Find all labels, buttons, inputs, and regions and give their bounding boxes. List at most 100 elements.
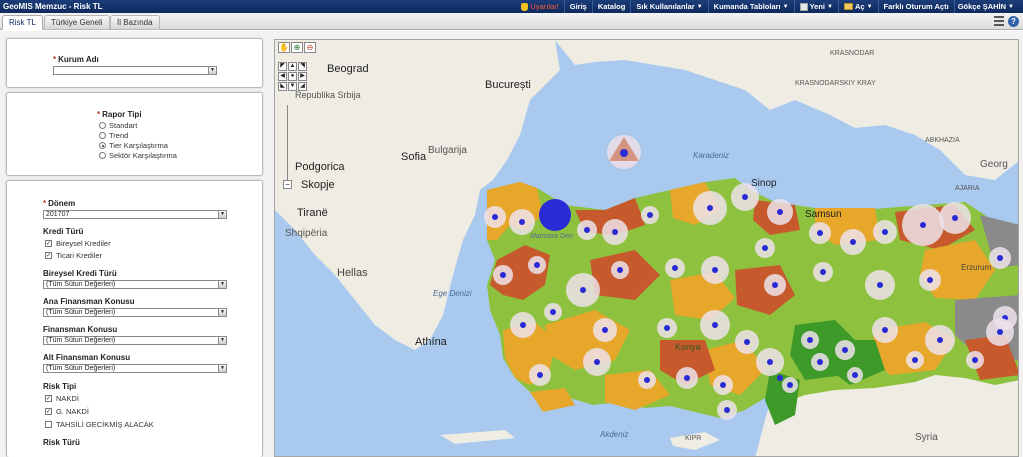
map-marker[interactable] bbox=[724, 407, 730, 413]
signin-as-link[interactable]: Farklı Oturum Açtı bbox=[877, 0, 954, 13]
rapor-option-tier[interactable]: Tier Karşılaştırma bbox=[99, 141, 168, 150]
checkbox-checked[interactable]: ✓ bbox=[45, 252, 52, 259]
user-menu[interactable]: Gökçe ŞAHİN ▼ bbox=[953, 0, 1019, 13]
map-marker[interactable] bbox=[537, 372, 543, 378]
map-marker[interactable] bbox=[972, 357, 978, 363]
alerts-link[interactable]: Uyarılar! bbox=[516, 0, 563, 13]
map-marker[interactable] bbox=[602, 327, 608, 333]
rapor-option-trend[interactable]: Trend bbox=[99, 131, 128, 140]
map-marker[interactable] bbox=[644, 377, 650, 383]
pan-up-right-icon[interactable]: ◥ bbox=[298, 62, 307, 71]
chevron-down-icon[interactable]: ▼ bbox=[218, 309, 226, 316]
map-marker[interactable] bbox=[707, 205, 713, 211]
map-marker[interactable] bbox=[684, 375, 690, 381]
map-marker[interactable] bbox=[772, 282, 778, 288]
pan-center-icon[interactable]: ● bbox=[288, 72, 297, 81]
risk-tahsili-check[interactable]: TAHSİLİ GECİKMİŞ ALACAK bbox=[45, 420, 154, 429]
map-marker[interactable] bbox=[519, 219, 525, 225]
radio-button-selected[interactable] bbox=[99, 142, 106, 149]
zoom-minus-icon[interactable]: − bbox=[283, 180, 292, 189]
dashboards-menu[interactable]: Kumanda Tabloları ▼ bbox=[707, 0, 794, 13]
pan-down-icon[interactable]: ▼ bbox=[288, 82, 297, 91]
map-marker[interactable] bbox=[807, 337, 813, 343]
checkbox-checked[interactable]: ✓ bbox=[45, 395, 52, 402]
map-marker[interactable] bbox=[500, 272, 506, 278]
kurum-select[interactable]: ▼ bbox=[53, 66, 217, 75]
rapor-option-sektor[interactable]: Sektör Karşılaştırma bbox=[99, 151, 177, 160]
map-marker[interactable] bbox=[647, 212, 653, 218]
map-marker[interactable] bbox=[520, 322, 526, 328]
radio-button[interactable] bbox=[99, 152, 106, 159]
map-marker[interactable] bbox=[877, 282, 883, 288]
pan-up-icon[interactable]: ▲ bbox=[288, 62, 297, 71]
map-marker[interactable] bbox=[617, 267, 623, 273]
donem-select[interactable]: 201707 ▼ bbox=[43, 210, 227, 219]
pan-down-right-icon[interactable]: ◢ bbox=[298, 82, 307, 91]
map-marker[interactable] bbox=[612, 229, 618, 235]
open-menu[interactable]: Aç ▼ bbox=[837, 0, 878, 13]
map-marker[interactable] bbox=[787, 382, 793, 388]
kredi-bireysel-check[interactable]: ✓ Bireysel Krediler bbox=[45, 239, 111, 248]
map-marker[interactable] bbox=[927, 277, 933, 283]
map-marker[interactable] bbox=[742, 194, 748, 200]
catalog-link[interactable]: Katalog bbox=[591, 0, 631, 13]
map-marker[interactable] bbox=[937, 337, 943, 343]
chevron-down-icon[interactable]: ▼ bbox=[218, 337, 226, 344]
new-menu[interactable]: Yeni ▼ bbox=[793, 0, 838, 13]
map-marker[interactable] bbox=[997, 329, 1003, 335]
map-marker[interactable] bbox=[817, 359, 823, 365]
map-marker[interactable] bbox=[912, 357, 918, 363]
pan-hand-icon[interactable]: ✋ bbox=[278, 42, 290, 53]
pan-up-left-icon[interactable]: ◤ bbox=[278, 62, 287, 71]
risk-nakdi-check[interactable]: ✓ NAKDİ bbox=[45, 394, 79, 403]
chevron-down-icon[interactable]: ▼ bbox=[218, 365, 226, 372]
map-bubble[interactable] bbox=[539, 199, 571, 231]
map-marker[interactable] bbox=[712, 267, 718, 273]
map-marker[interactable] bbox=[620, 149, 628, 157]
map-canvas[interactable]: Beograd Republika Srbija București KRASN… bbox=[275, 40, 1019, 457]
map-marker[interactable] bbox=[664, 325, 670, 331]
map-marker[interactable] bbox=[712, 322, 718, 328]
map-view[interactable]: Beograd Republika Srbija București KRASN… bbox=[274, 39, 1019, 457]
pan-right-icon[interactable]: ▶ bbox=[298, 72, 307, 81]
tab-turkiye-geneli[interactable]: Türkiye Geneli bbox=[44, 15, 110, 30]
map-marker[interactable] bbox=[767, 359, 773, 365]
tab-il-bazinda[interactable]: İl Bazında bbox=[110, 15, 160, 30]
map-marker[interactable] bbox=[842, 347, 848, 353]
map-marker[interactable] bbox=[817, 230, 823, 236]
map-marker[interactable] bbox=[850, 239, 856, 245]
zoom-in-icon[interactable]: ⊕ bbox=[291, 42, 303, 53]
finansman-select[interactable]: (Tüm Sütun Değerleri) ▼ bbox=[43, 336, 227, 345]
map-marker[interactable] bbox=[672, 265, 678, 271]
map-marker[interactable] bbox=[594, 359, 600, 365]
chevron-down-icon[interactable]: ▼ bbox=[218, 211, 226, 218]
map-marker[interactable] bbox=[777, 375, 783, 381]
kredi-ticari-check[interactable]: ✓ Ticari Krediler bbox=[45, 251, 102, 260]
zoom-out-icon[interactable]: ⊖ bbox=[304, 42, 316, 53]
map-marker[interactable] bbox=[852, 372, 858, 378]
map-marker[interactable] bbox=[492, 214, 498, 220]
map-marker[interactable] bbox=[762, 245, 768, 251]
pan-down-left-icon[interactable]: ◣ bbox=[278, 82, 287, 91]
checkbox-checked[interactable]: ✓ bbox=[45, 240, 52, 247]
map-marker[interactable] bbox=[882, 327, 888, 333]
map-marker[interactable] bbox=[997, 255, 1003, 261]
radio-button[interactable] bbox=[99, 122, 106, 129]
checkbox-checked[interactable]: ✓ bbox=[45, 408, 52, 415]
map-marker[interactable] bbox=[777, 209, 783, 215]
map-marker[interactable] bbox=[584, 227, 590, 233]
page-options-icon[interactable] bbox=[994, 16, 1004, 26]
map-marker[interactable] bbox=[882, 229, 888, 235]
login-link[interactable]: Giriş bbox=[563, 0, 592, 13]
map-marker[interactable] bbox=[534, 262, 540, 268]
pan-left-icon[interactable]: ◀ bbox=[278, 72, 287, 81]
radio-button[interactable] bbox=[99, 132, 106, 139]
map-marker[interactable] bbox=[744, 339, 750, 345]
ana-finansman-select[interactable]: (Tüm Sütun Değerleri) ▼ bbox=[43, 308, 227, 317]
map-marker[interactable] bbox=[820, 269, 826, 275]
chevron-down-icon[interactable]: ▼ bbox=[208, 67, 216, 74]
map-marker[interactable] bbox=[550, 309, 556, 315]
risk-gnakdi-check[interactable]: ✓ G. NAKDİ bbox=[45, 407, 89, 416]
map-marker[interactable] bbox=[720, 382, 726, 388]
map-marker[interactable] bbox=[920, 222, 926, 228]
